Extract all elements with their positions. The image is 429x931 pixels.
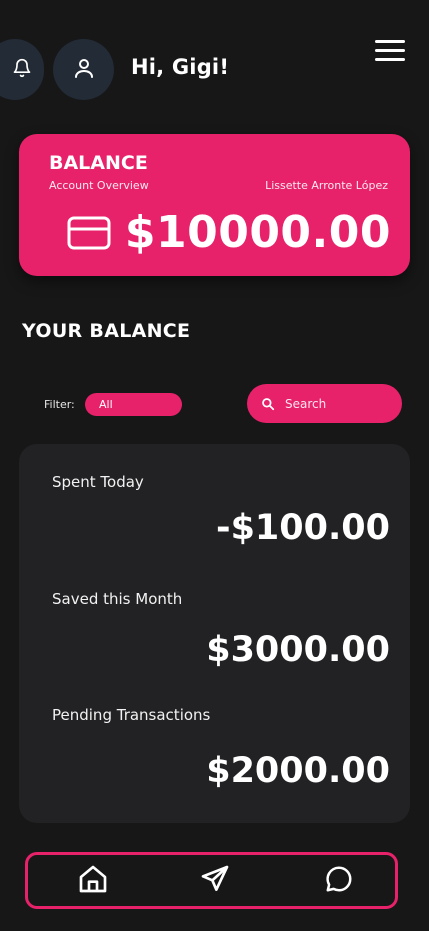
filter-label: Filter: xyxy=(44,398,75,411)
search-input[interactable] xyxy=(285,396,390,411)
balance-card: BALANCE Account Overview Lissette Arront… xyxy=(19,134,410,276)
send-icon xyxy=(199,863,231,899)
stat-value-saved-month: $3000.00 xyxy=(206,630,390,670)
chat-icon xyxy=(324,864,354,898)
hamburger-menu-icon[interactable] xyxy=(375,40,405,62)
stat-value-pending: $2000.00 xyxy=(206,751,390,791)
nav-send[interactable] xyxy=(197,864,233,898)
filter-select[interactable]: All xyxy=(85,393,182,416)
total-balance-amount: $10000.00 xyxy=(124,207,391,258)
notifications-button[interactable] xyxy=(0,39,44,100)
bottom-navigation xyxy=(25,852,398,909)
search-icon xyxy=(261,397,275,411)
account-overview-label: Account Overview xyxy=(49,179,149,192)
stat-label-saved-month: Saved this Month xyxy=(52,590,183,608)
nav-home[interactable] xyxy=(75,864,111,898)
stats-card: Spent Today -$100.00 Saved this Month $3… xyxy=(19,444,410,823)
account-holder-name: Lissette Arronte López xyxy=(265,179,388,192)
profile-button[interactable] xyxy=(53,39,114,100)
stat-label-pending: Pending Transactions xyxy=(52,706,211,724)
app-screen: Hi, Gigi! BALANCE Account Overview Lisse… xyxy=(0,0,429,931)
bell-icon xyxy=(12,57,32,83)
stat-value-spent-today: -$100.00 xyxy=(216,508,390,548)
section-title: YOUR BALANCE xyxy=(22,320,191,342)
balance-title: BALANCE xyxy=(49,152,148,174)
stat-label-spent-today: Spent Today xyxy=(52,473,144,491)
nav-chat[interactable] xyxy=(321,864,357,898)
user-icon xyxy=(72,56,96,84)
credit-card-icon xyxy=(67,216,111,254)
greeting: Hi, Gigi! xyxy=(131,55,230,79)
search-box[interactable] xyxy=(247,384,402,423)
home-icon xyxy=(77,863,109,899)
